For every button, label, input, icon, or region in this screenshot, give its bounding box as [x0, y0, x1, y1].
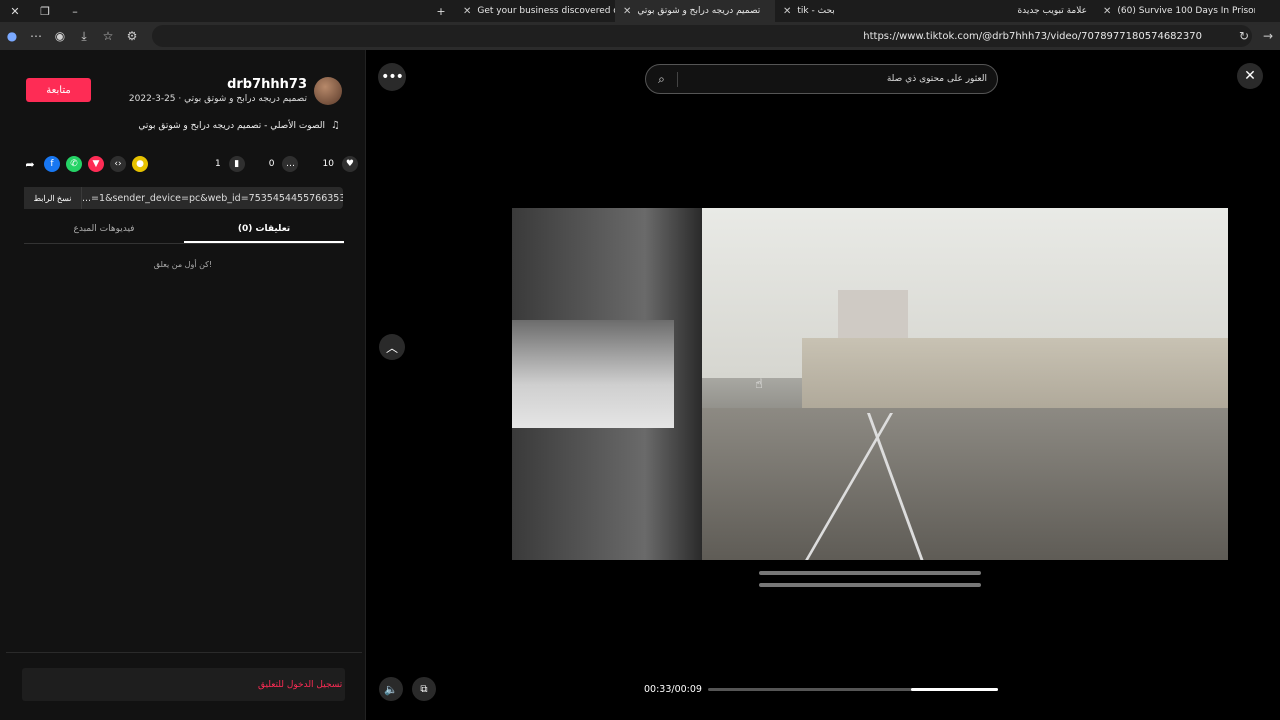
tab-title: علامة تبويب جديدة [1017, 6, 1087, 16]
window-minimize-icon[interactable]: – [60, 5, 90, 18]
search-input[interactable]: العثور على محتوى ذي صلة [678, 74, 997, 84]
address-row: ● ⋯ ◉ ⤓ ☆ ⚙ https://www.tiktok.com/@drb7… [0, 22, 1280, 50]
copilot-icon[interactable]: ● [0, 24, 24, 48]
login-label: تسجيل الدخول للتعليق [258, 679, 343, 690]
copy-link-button[interactable]: نسخ الرابط [24, 187, 82, 209]
follow-button[interactable]: متابعة [26, 78, 91, 102]
download-icon[interactable]: ⤓ [72, 24, 96, 48]
url-text: https://www.tiktok.com/@drb7hhh73/video/… [863, 30, 1202, 42]
window-restore-icon[interactable]: ❐ [30, 5, 60, 18]
music-icon: ♫ [331, 120, 340, 131]
close-icon[interactable]: ✕ [623, 6, 631, 17]
bookmark-icon[interactable]: ▮ [228, 156, 245, 172]
share-link[interactable]: ...=1&sender_device=pc&web_id=7535454455… [82, 193, 343, 204]
tab-new[interactable]: علامة تبويب جديدة [935, 0, 1095, 22]
coin-icon[interactable]: ● [132, 156, 148, 172]
send-icon[interactable]: ▼ [88, 156, 104, 172]
tab-title: تصميم دريجه درابح و شوتق بوتي [637, 6, 761, 16]
tab-video[interactable]: ✕ تصميم دريجه درابح و شوتق بوتي [615, 0, 775, 22]
tab-business[interactable]: ✕ Get your business discovered on [455, 0, 615, 22]
likes-count: 10 [322, 159, 334, 169]
refresh-icon[interactable]: ↻ [1232, 24, 1256, 48]
tab-creator-videos[interactable]: فيديوهات المبدع [24, 220, 184, 243]
more-options-button[interactable]: ••• [378, 63, 406, 91]
username[interactable]: drb7hhh73 [227, 77, 307, 92]
video-ground [702, 408, 1228, 560]
tab-title: (60) Survive 100 Days In Prison, W [1117, 6, 1255, 16]
share-row: ➦ f ✆ ▼ ‹› ● [22, 156, 148, 172]
pip-icon[interactable]: ⧉ [412, 677, 436, 701]
volume-icon[interactable]: 🔈 [379, 677, 403, 701]
post-sidebar: متابعة drb7hhh73 تصميم دريجه درابح و شوت… [0, 50, 366, 720]
tab-comments[interactable]: تعليقات (0) [184, 220, 344, 243]
close-icon[interactable]: ✕ [1103, 6, 1111, 17]
mouse-cursor-icon: ☝ [755, 377, 763, 392]
share-icon[interactable]: ➦ [22, 156, 38, 172]
embed-icon[interactable]: ‹› [110, 156, 126, 172]
whatsapp-icon[interactable]: ✆ [66, 156, 82, 172]
divider [6, 652, 362, 653]
empty-comments-message: كن أول من يعلق! [153, 260, 213, 269]
more-icon[interactable]: ⋯ [24, 24, 48, 48]
stats-row: 1 ▮ 0 … 10 ♥ [215, 156, 358, 172]
post-tabs: فيديوهات المبدع تعليقات (0) [24, 220, 344, 244]
progress-fill [911, 688, 998, 691]
comment-icon[interactable]: … [282, 156, 299, 172]
progress-bar[interactable] [708, 688, 998, 691]
close-icon[interactable]: ✕ [463, 6, 471, 17]
chevron-up-icon[interactable]: ︿ [379, 334, 405, 360]
favorites-icon[interactable]: ☆ [96, 24, 120, 48]
search-icon[interactable]: ⌕ [646, 71, 678, 87]
facebook-icon[interactable]: f [44, 156, 60, 172]
post-subline: تصميم دريجه درابح و شوتق بوتي · 25-3-202… [128, 94, 307, 104]
sound-caption[interactable]: الصوت الأصلي - تصميم دريجه درابح و شوتق … [138, 121, 325, 131]
tab-title: tik - بحث [797, 6, 835, 16]
close-icon[interactable]: ✕ [783, 6, 791, 17]
saves-count: 1 [215, 159, 221, 169]
video-webcam-overlay [512, 320, 674, 428]
profile-icon[interactable]: ◉ [48, 24, 72, 48]
new-tab-icon[interactable]: + [426, 5, 456, 18]
tab-title: Get your business discovered on [477, 6, 615, 16]
avatar[interactable] [314, 77, 342, 105]
window-close-icon[interactable]: ✕ [0, 5, 30, 18]
browser-tabstrip: ✕ ❐ – + ✕ Get your business discovered o… [0, 0, 1280, 22]
video-player: ••• ⌕ العثور على محتوى ذي صلة ✕ ︿ ☝ 🔈 ⧉ … [366, 50, 1280, 720]
share-link-row: نسخ الرابط ...=1&sender_device=pc&web_id… [24, 187, 343, 209]
url-bar[interactable]: https://www.tiktok.com/@drb7hhh73/video/… [152, 25, 1252, 47]
heart-icon[interactable]: ♥ [341, 156, 358, 172]
login-to-comment-button[interactable]: تسجيل الدخول للتعليق [22, 668, 345, 701]
video-reflection [759, 571, 981, 593]
playback-time: 00:33/00:09 [644, 684, 702, 695]
back-icon[interactable]: → [1256, 24, 1280, 48]
extensions-icon[interactable]: ⚙ [120, 24, 144, 48]
video-frame[interactable] [512, 208, 1228, 560]
comments-count: 0 [268, 159, 275, 169]
tab-search[interactable]: ✕ tik - بحث [775, 0, 935, 22]
tab-youtube[interactable]: ✕ (60) Survive 100 Days In Prison, W [1095, 0, 1255, 22]
related-search[interactable]: ⌕ العثور على محتوى ذي صلة [645, 64, 998, 94]
close-icon[interactable]: ✕ [1237, 63, 1263, 89]
